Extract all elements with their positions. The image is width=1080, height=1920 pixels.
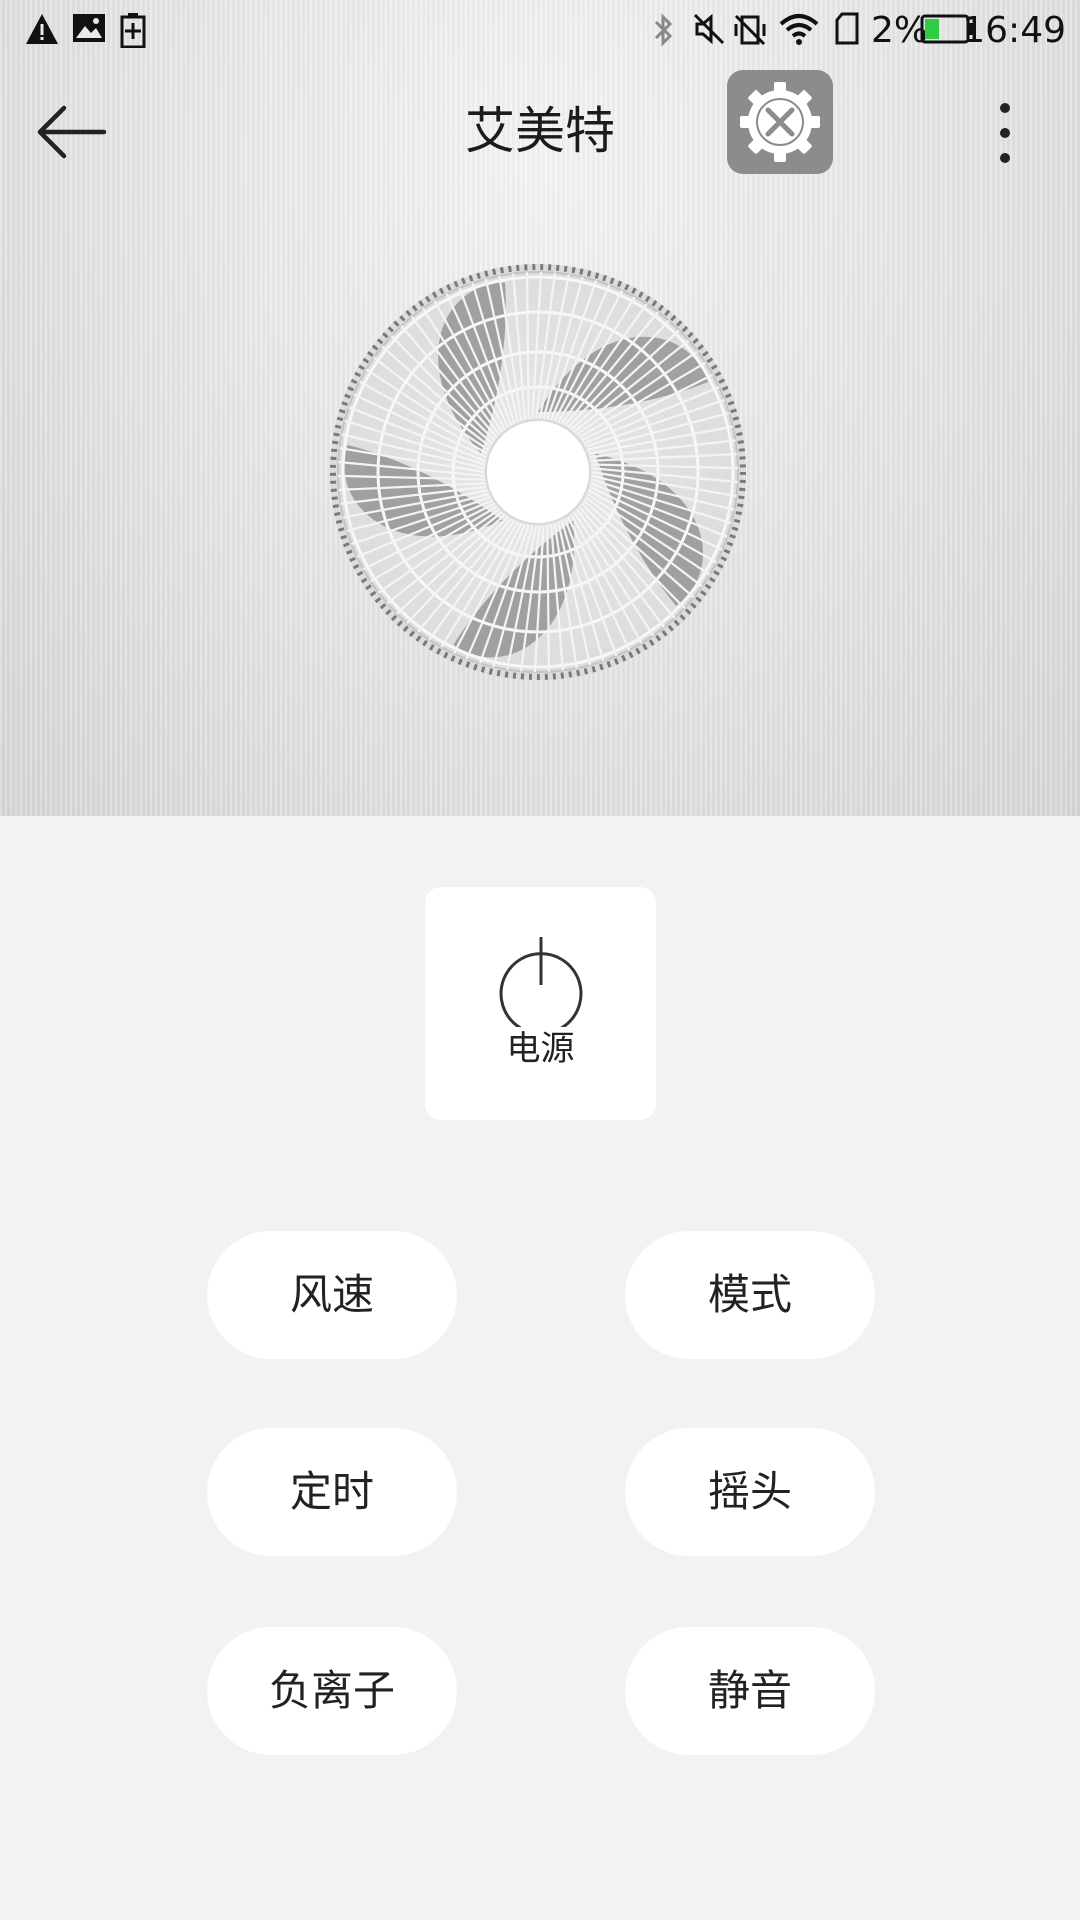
oscillate-button[interactable]: 摇头: [625, 1428, 875, 1556]
fan-grille-spoke: [546, 525, 550, 672]
fan-grille-spoke: [526, 272, 530, 419]
sim-icon: [835, 12, 859, 45]
timer-button[interactable]: 定时: [207, 1428, 457, 1556]
bluetooth-icon: [654, 13, 673, 47]
wifi-icon: [779, 14, 819, 45]
arrow-left-icon: [37, 105, 107, 159]
back-button[interactable]: [34, 102, 114, 162]
wind-speed-button[interactable]: 风速: [207, 1231, 457, 1359]
more-vertical-icon: [1000, 103, 1010, 163]
mute-icon: [693, 13, 725, 45]
status-bar: 2% 16:49: [0, 0, 1080, 62]
negative-ion-button[interactable]: 负离子: [207, 1627, 457, 1755]
vibrate-off-icon: [734, 14, 766, 46]
app-bar: 艾美特: [0, 62, 1080, 202]
more-options-button[interactable]: [985, 98, 1025, 168]
mute-button[interactable]: 静音: [625, 1627, 875, 1755]
clock: 16:49: [962, 10, 1066, 51]
power-button[interactable]: 电源: [425, 887, 656, 1120]
mode-button[interactable]: 模式: [625, 1231, 875, 1359]
power-label: 电源: [506, 1029, 575, 1069]
fan-illustration: [330, 264, 746, 680]
image-icon: [73, 14, 105, 42]
power-icon: [499, 937, 583, 1027]
battery-saver-icon: [120, 13, 146, 48]
settings-tools-icon: [740, 82, 820, 162]
hero-banner: 2% 16:49 艾美特: [0, 0, 1080, 816]
page-title: 艾美特: [465, 102, 615, 160]
warning-icon: [26, 14, 58, 44]
settings-tools-button[interactable]: [727, 70, 833, 174]
